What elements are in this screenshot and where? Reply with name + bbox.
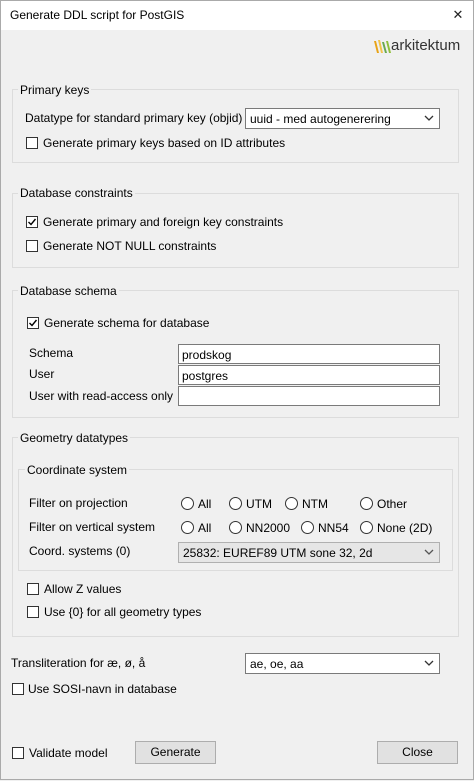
close-window-icon[interactable]: ✕ <box>449 6 467 24</box>
allow-z-checkbox[interactable] <box>27 583 39 595</box>
allow-z-label: Allow Z values <box>44 582 122 596</box>
filter-vertical-label: Filter on vertical system <box>29 520 156 534</box>
projection-radio-ntm[interactable] <box>285 497 298 510</box>
vertical-radio-nn2000[interactable] <box>229 521 242 534</box>
window-title: Generate DDL script for PostGIS <box>10 8 185 22</box>
checkmark-icon <box>28 218 37 226</box>
db-constraints-legend: Database constraints <box>18 186 135 200</box>
sosi-label: Use SOSI-navn in database <box>28 682 177 696</box>
gen-schema-checkbox[interactable] <box>27 317 39 329</box>
checkmark-icon <box>29 319 38 327</box>
db-schema-legend: Database schema <box>18 284 119 298</box>
chevron-down-icon <box>424 115 434 121</box>
geometry-legend: Geometry datatypes <box>18 431 131 445</box>
coord-systems-select[interactable]: 25832: EUREF89 UTM sone 32, 2d <box>178 542 440 563</box>
generate-button[interactable]: Generate <box>135 741 216 764</box>
transliteration-select[interactable]: ae, oe, aa <box>245 653 440 674</box>
vertical-radio-all-label: All <box>198 521 212 535</box>
user-input[interactable]: postgres <box>178 365 440 385</box>
readonly-user-input[interactable] <box>178 386 440 406</box>
coord-systems-label: Coord. systems (0) <box>29 544 131 558</box>
vertical-radio-nn2000-label: NN2000 <box>246 521 291 535</box>
primary-keys-legend: Primary keys <box>18 83 92 97</box>
chevron-down-icon <box>424 660 434 666</box>
coord-systems-select-value: 25832: EUREF89 UTM sone 32, 2d <box>183 546 373 560</box>
readonly-user-label: User with read-access only <box>29 389 174 403</box>
projection-radio-utm-label: UTM <box>246 497 272 511</box>
vertical-radio-none[interactable] <box>360 521 373 534</box>
datatype-label: Datatype for standard primary key (objid… <box>25 111 243 125</box>
use-all-geom-label: Use {0} for all geometry types <box>44 605 202 619</box>
user-label: User <box>29 367 55 381</box>
validate-checkbox[interactable] <box>12 747 24 759</box>
sosi-checkbox[interactable] <box>12 683 24 695</box>
gen-id-attr-checkbox[interactable] <box>26 137 38 149</box>
vertical-radio-all[interactable] <box>181 521 194 534</box>
user-input-value: postgres <box>182 369 229 383</box>
projection-radio-other-label: Other <box>377 497 408 511</box>
logo-text: arkitektum <box>391 37 461 54</box>
schema-input[interactable]: prodskog <box>178 344 440 364</box>
not-null-label: Generate NOT NULL constraints <box>43 239 217 253</box>
projection-radio-all[interactable] <box>181 497 194 510</box>
datatype-select[interactable]: uuid - med autogenerering <box>245 108 440 129</box>
filter-projection-label: Filter on projection <box>29 496 128 510</box>
validate-label: Validate model <box>29 746 108 760</box>
pk-fk-label: Generate primary and foreign key constra… <box>43 215 284 229</box>
close-button[interactable]: Close <box>377 741 458 764</box>
db-constraints-group <box>12 193 459 268</box>
schema-input-value: prodskog <box>182 348 232 362</box>
vertical-radio-nn54-label: NN54 <box>318 521 349 535</box>
projection-radio-all-label: All <box>198 497 212 511</box>
datatype-select-value: uuid - med autogenerering <box>250 112 391 126</box>
arkitektum-logo: arkitektum <box>372 36 464 58</box>
vertical-radio-nn54[interactable] <box>301 521 314 534</box>
vertical-radio-none-label: None (2D) <box>377 521 433 535</box>
pk-fk-checkbox[interactable] <box>26 216 38 228</box>
gen-id-attr-label: Generate primary keys based on ID attrib… <box>43 136 286 150</box>
projection-radio-utm[interactable] <box>229 497 242 510</box>
schema-label: Schema <box>29 346 74 360</box>
coord-system-legend: Coordinate system <box>25 463 130 477</box>
use-all-geom-checkbox[interactable] <box>27 606 39 618</box>
title-bar: Generate DDL script for PostGIS ✕ <box>0 0 474 30</box>
chevron-down-icon <box>424 549 434 555</box>
projection-radio-other[interactable] <box>360 497 373 510</box>
projection-radio-ntm-label: NTM <box>302 497 328 511</box>
transliteration-label: Transliteration for æ, ø, å <box>11 656 146 670</box>
transliteration-select-value: ae, oe, aa <box>250 657 304 671</box>
arkitektum-logo-icon <box>374 40 391 53</box>
gen-schema-label: Generate schema for database <box>44 316 210 330</box>
not-null-checkbox[interactable] <box>26 240 38 252</box>
